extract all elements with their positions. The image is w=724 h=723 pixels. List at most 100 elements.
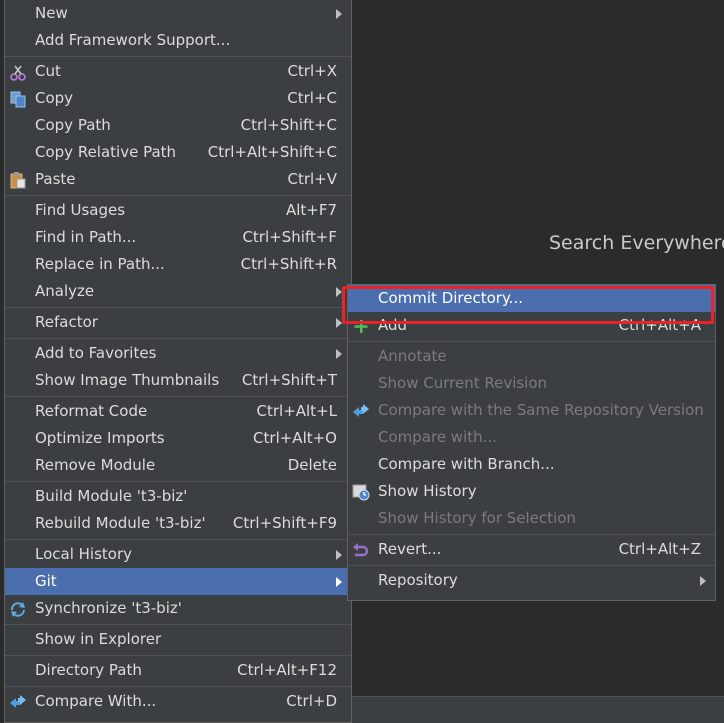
main-menu-item-build-module-t3-biz[interactable]: Build Module 't3-biz' [5,483,351,510]
menu-item-label: Show Image Thumbnails [35,371,220,389]
menu-item-label: Compare with Branch... [378,455,555,473]
main-menu-item-git[interactable]: Git [5,568,351,595]
main-menu-item-synchronize-t3-biz[interactable]: Synchronize 't3-biz' [5,595,351,622]
menu-separator [5,396,351,397]
menu-item-label: Directory Path [35,661,142,679]
menu-item-shortcut: Ctrl+C [287,89,337,107]
menu-item-label: Build Module 't3-biz' [35,487,188,505]
main-menu-item-replace-in-path[interactable]: Replace in Path... Ctrl+Shift+R [5,251,351,278]
menu-separator [348,565,715,566]
menu-item-shortcut: Alt+F7 [285,201,337,219]
main-menu-item-find-in-path[interactable]: Find in Path... Ctrl+Shift+F [5,224,351,251]
main-menu-item-show-in-explorer[interactable]: Show in Explorer [5,626,351,653]
menu-item-shortcut: Ctrl+Alt+Shift+C [207,143,337,161]
git-menu-item-show-history-for-selection: Show History for Selection [348,505,715,532]
menu-separator [5,686,351,687]
menu-item-label: Copy Relative Path [35,143,177,161]
main-menu-item-reformat-code[interactable]: Reformat Code Ctrl+Alt+L [5,398,351,425]
menu-item-label: Copy Path [35,116,111,134]
menu-item-label: New [35,4,68,22]
main-menu-item-copy-relative-path[interactable]: Copy Relative Path Ctrl+Alt+Shift+C [5,139,351,166]
menu-item-label: Compare with... [378,428,497,446]
menu-item-label: Remove Module [35,456,156,474]
menu-item-label: Copy [35,89,74,107]
git-menu-item-revert[interactable]: Revert... Ctrl+Alt+Z [348,536,715,563]
search-everywhere-hint: Search Everywhere [549,232,724,254]
menu-separator [5,195,351,196]
main-menu-item-paste[interactable]: Paste Ctrl+V [5,166,351,193]
sync-icon [9,600,27,617]
main-menu-item-show-image-thumbnails[interactable]: Show Image Thumbnails Ctrl+Shift+T [5,367,351,394]
chevron-right-icon [700,576,706,586]
menu-item-label: Show in Explorer [35,630,162,648]
main-menu-item-add-to-favorites[interactable]: Add to Favorites [5,340,351,367]
menu-item-shortcut: Delete [287,456,337,474]
main-menu-item-optimize-imports[interactable]: Optimize Imports Ctrl+Alt+O [5,425,351,452]
git-menu-item-annotate: Annotate [348,343,715,370]
main-menu-item-refactor[interactable]: Refactor [5,309,351,336]
menu-item-shortcut: Ctrl+Shift+C [240,116,337,134]
menu-item-label: Replace in Path... [35,255,165,273]
menu-separator [5,624,351,625]
menu-item-label: Add to Favorites [35,344,157,362]
menu-item-label: Revert... [378,540,442,558]
menu-item-label: Refactor [35,313,98,331]
chevron-right-icon [336,9,342,19]
git-menu-item-compare-with-branch[interactable]: Compare with Branch... [348,451,715,478]
main-menu-item-rebuild-module-t3-biz[interactable]: Rebuild Module 't3-biz' Ctrl+Shift+F9 [5,510,351,537]
menu-separator [5,56,351,57]
menu-item-label: Local History [35,545,133,563]
menu-item-shortcut: Ctrl+Shift+T [241,371,337,389]
compare-icon [352,402,370,419]
menu-item-label: Annotate [378,347,447,365]
menu-item-label: Synchronize 't3-biz' [35,599,182,617]
chevron-right-icon [336,349,342,359]
scissors-icon [9,63,27,81]
git-menu-item-show-current-revision: Show Current Revision [348,370,715,397]
menu-item-label: Compare with the Same Repository Version [378,401,704,419]
main-menu-item-analyze[interactable]: Analyze [5,278,351,305]
main-menu-item-compare-with[interactable]: Compare With... Ctrl+D [5,688,351,715]
menu-item-label: Reformat Code [35,402,148,420]
main-menu-item-find-usages[interactable]: Find Usages Alt+F7 [5,197,351,224]
menu-item-shortcut: Ctrl+V [287,170,337,188]
git-menu-item-show-history[interactable]: Show History [348,478,715,505]
paste-icon [9,171,27,189]
main-menu-item-add-framework-support[interactable]: Add Framework Support... [5,27,351,54]
menu-item-label: Show History [378,482,477,500]
copy-icon [9,90,27,108]
menu-separator [5,539,351,540]
menu-item-label: Add Framework Support... [35,31,231,49]
compare-icon [9,693,27,710]
menu-separator [5,655,351,656]
menu-item-label: Find Usages [35,201,126,219]
main-menu-item-new[interactable]: New [5,0,351,27]
menu-item-shortcut: Ctrl+X [287,62,337,80]
menu-item-label: Optimize Imports [35,429,165,447]
menu-item-label: Show Current Revision [378,374,548,392]
main-menu-item-cut[interactable]: Cut Ctrl+X [5,58,351,85]
menu-item-shortcut: Ctrl+Shift+F [242,228,337,246]
git-menu-item-compare-with: Compare with... [348,424,715,451]
revert-icon [352,541,370,558]
menu-item-shortcut: Ctrl+Shift+R [240,255,337,273]
menu-item-label: Find in Path... [35,228,137,246]
menu-item-shortcut: Ctrl+Alt+O [253,429,337,447]
main-menu-item-copy[interactable]: Copy Ctrl+C [5,85,351,112]
menu-item-label: Show History for Selection [378,509,576,527]
menu-item-shortcut: Ctrl+Shift+F9 [232,514,337,532]
menu-item-label: Cut [35,62,61,80]
main-menu-item-directory-path[interactable]: Directory Path Ctrl+Alt+F12 [5,657,351,684]
git-menu-item-repository[interactable]: Repository [348,567,715,594]
main-menu-item-remove-module[interactable]: Remove Module Delete [5,452,351,479]
main-menu-item-copy-path[interactable]: Copy Path Ctrl+Shift+C [5,112,351,139]
menu-separator [5,307,351,308]
main-menu-item-local-history[interactable]: Local History [5,541,351,568]
menu-separator [348,534,715,535]
menu-item-label: Analyze [35,282,95,300]
status-strip [352,696,724,723]
menu-item-label: Rebuild Module 't3-biz' [35,514,206,532]
menu-item-shortcut: Ctrl+D [286,692,337,710]
menu-item-label: Compare With... [35,692,157,710]
menu-separator [5,481,351,482]
